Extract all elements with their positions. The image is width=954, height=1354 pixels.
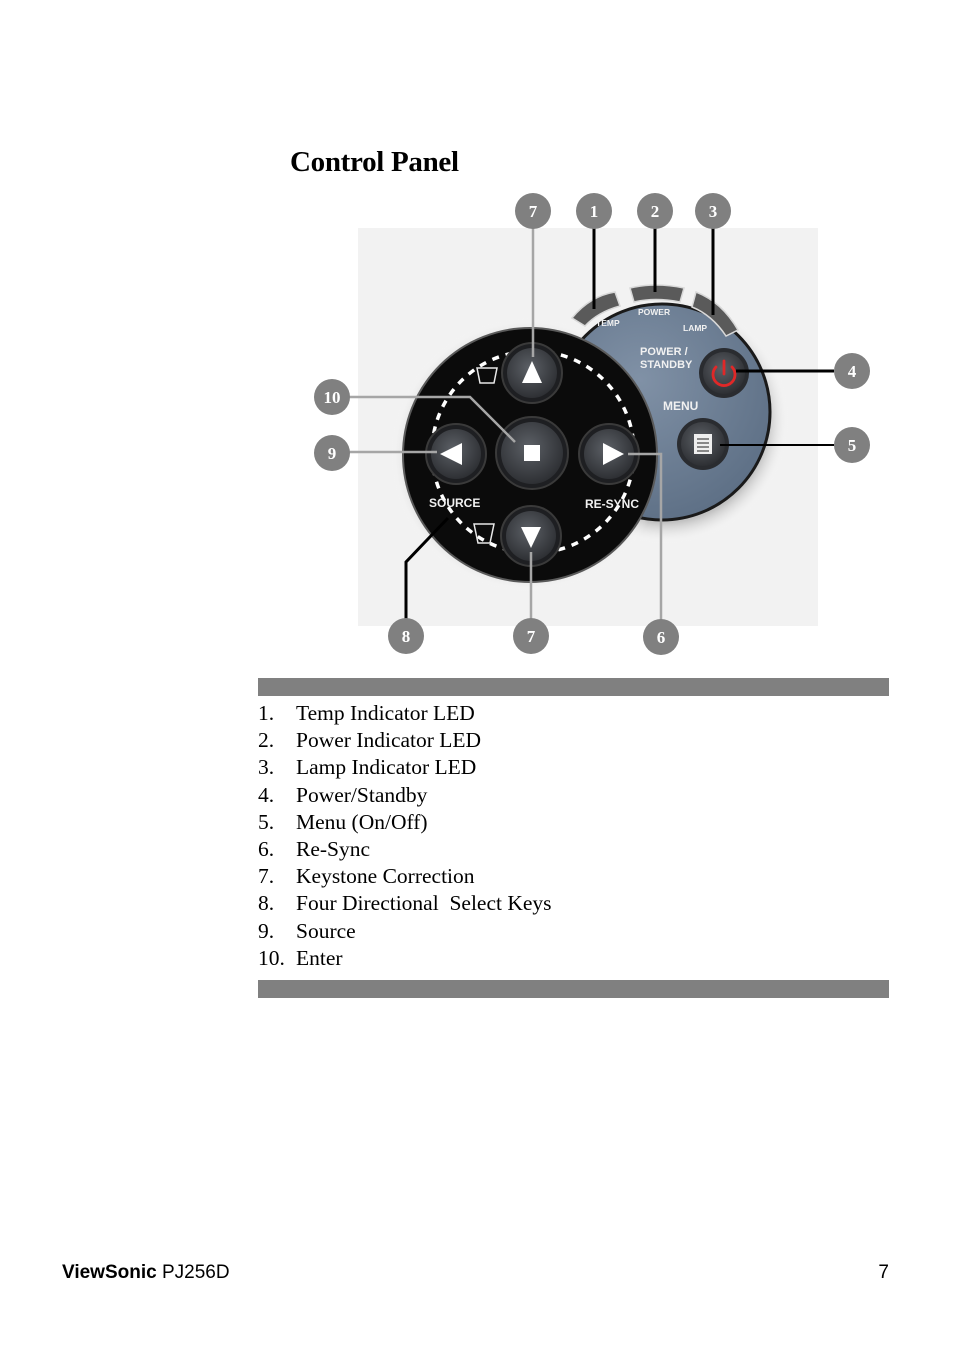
temp-label: TEMP [596,318,620,328]
page-number: 7 [878,1262,889,1283]
menu-label: MENU [663,399,698,413]
power-led-label: POWER [638,307,670,317]
legend-item: 6. Re-Sync [258,836,371,861]
svg-text:10: 10 [324,388,341,407]
power-led [629,284,685,303]
legend-item: 2. Power Indicator LED [258,728,482,753]
callout-2: 2 [637,193,673,229]
callout-9: 9 [314,435,350,471]
lamp-label: LAMP [683,323,707,333]
callout-7-top: 7 [515,193,551,229]
legend-item: 10. Enter [258,945,343,970]
callout-3: 3 [695,193,731,229]
legend-item: 8. Four Directional Select Keys [258,891,552,916]
menu-icon [694,434,712,454]
svg-text:7: 7 [527,627,536,646]
brand-name: ViewSonic [62,1262,157,1283]
legend-item: 4. Power/Standby [258,782,428,807]
enter-button[interactable] [495,416,569,490]
control-panel-illustration: TEMP POWER LAMP POWER / STANDBY MENU SOU… [314,193,870,655]
footer-brand: ViewSonic PJ256D [62,1262,230,1284]
source-label: SOURCE [429,496,480,510]
power-standby-label-line2: STANDBY [640,359,693,371]
control-panel-figure: TEMP POWER LAMP POWER / STANDBY MENU SOU… [300,185,900,665]
legend-bottom-bar [258,980,889,998]
svg-text:5: 5 [848,436,857,455]
svg-text:7: 7 [529,202,538,221]
legend-top-bar [258,678,889,696]
svg-text:4: 4 [848,362,857,381]
callout-8: 8 [388,618,424,654]
page-title: Control Panel [290,146,459,178]
legend-item: 1. Temp Indicator LED [258,701,475,725]
power-standby-label-line1: POWER / [640,346,688,358]
model-name: PJ256D [161,1262,230,1283]
callout-7-bottom: 7 [513,618,549,654]
legend-item: 9. Source [258,918,356,943]
svg-text:1: 1 [590,202,599,221]
legend-item: 7. Keystone Correction [258,864,475,889]
callout-1: 1 [576,193,612,229]
legend-list: 1. Temp Indicator LED 2. Power Indicator L… [258,700,552,972]
svg-text:9: 9 [328,444,337,463]
svg-text:8: 8 [402,627,411,646]
callout-4: 4 [834,353,870,389]
enter-square-icon [524,445,540,461]
legend-item: 3. Lamp Indicator LED [258,755,477,780]
svg-text:6: 6 [657,628,666,647]
legend-item: 5. Menu (On/Off) [258,809,428,834]
resync-label: RE-SYNC [585,497,639,511]
source-button[interactable] [425,423,487,485]
callout-6: 6 [643,619,679,655]
callout-10: 10 [314,379,350,415]
callout-5: 5 [834,427,870,463]
svg-text:3: 3 [709,202,718,221]
power-standby-button[interactable] [699,348,749,398]
svg-text:2: 2 [651,202,660,221]
